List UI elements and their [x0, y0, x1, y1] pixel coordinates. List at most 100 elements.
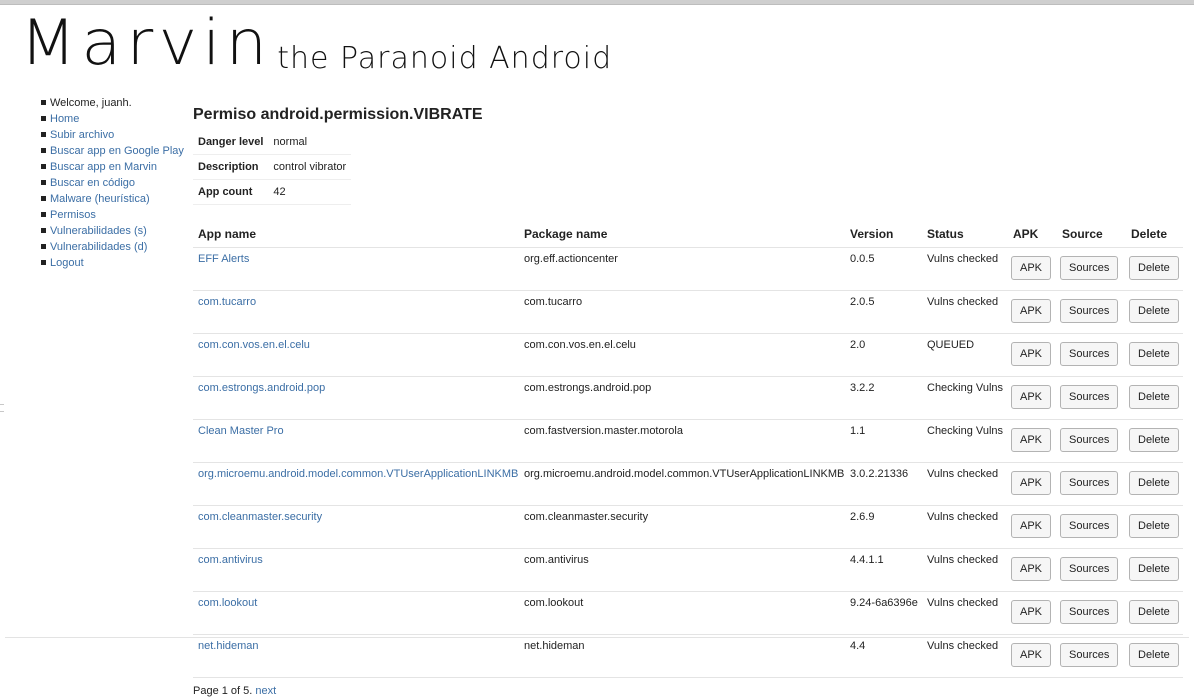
delete-button[interactable]: Delete	[1129, 256, 1179, 280]
status-cell: Vulns checked	[922, 505, 1008, 549]
delete-cell: Delete	[1126, 548, 1183, 592]
status-cell: Vulns checked	[922, 548, 1008, 592]
sources-button[interactable]: Sources	[1060, 299, 1119, 323]
info-label: Danger level	[193, 130, 269, 155]
apk-button[interactable]: APK	[1011, 428, 1052, 452]
apk-cell: APK	[1008, 462, 1057, 506]
apk-cell: APK	[1008, 505, 1057, 549]
app-name-cell: Clean Master Pro	[193, 419, 519, 463]
sidebar-link-vulns-dynamic[interactable]: Vulnerabilidades (d)	[50, 241, 147, 253]
top-border	[0, 0, 1194, 5]
package-name-cell: org.microemu.android.model.common.VTUser…	[519, 462, 845, 506]
delete-cell: Delete	[1126, 462, 1183, 506]
delete-button[interactable]: Delete	[1129, 557, 1179, 581]
pagination-text: Page 1 of 5.	[193, 685, 253, 697]
app-name-link[interactable]: EFF Alerts	[198, 253, 249, 265]
apk-cell: APK	[1008, 247, 1057, 291]
sidebar: Welcome, juanh. Home Subir archivo Busca…	[38, 96, 188, 272]
delete-button[interactable]: Delete	[1129, 385, 1179, 409]
delete-button[interactable]: Delete	[1129, 342, 1179, 366]
app-name-link[interactable]: com.antivirus	[198, 554, 263, 566]
app-name-cell: com.cleanmaster.security	[193, 505, 519, 549]
sources-button[interactable]: Sources	[1060, 643, 1119, 667]
table-row: com.cleanmaster.security com.cleanmaster.…	[193, 505, 1183, 549]
apk-button[interactable]: APK	[1011, 514, 1052, 538]
sidebar-link-search-code[interactable]: Buscar en código	[50, 177, 135, 189]
apk-button[interactable]: APK	[1011, 643, 1052, 667]
sidebar-link-permissions[interactable]: Permisos	[50, 209, 96, 221]
sidebar-link-upload[interactable]: Subir archivo	[50, 129, 114, 141]
sources-button[interactable]: Sources	[1060, 600, 1119, 624]
table-row: com.tucarro com.tucarro 2.0.5 Vulns checked…	[193, 290, 1183, 334]
apk-button[interactable]: APK	[1011, 471, 1052, 495]
sidebar-link-malware[interactable]: Malware (heurística)	[50, 193, 150, 205]
sources-button[interactable]: Sources	[1060, 514, 1119, 538]
sources-button[interactable]: Sources	[1060, 256, 1119, 280]
info-label: App count	[193, 179, 269, 205]
version-cell: 2.0	[845, 333, 922, 377]
table-row: EFF Alerts org.eff.actioncenter 0.0.5 Vulns…	[193, 247, 1183, 291]
app-name-link[interactable]: com.estrongs.android.pop	[198, 382, 325, 394]
package-name-cell: com.con.vos.en.el.celu	[519, 333, 845, 377]
sidebar-link-vulns-static[interactable]: Vulnerabilidades (s)	[50, 225, 147, 237]
app-name-link[interactable]: net.hideman	[198, 640, 259, 652]
apk-button[interactable]: APK	[1011, 385, 1052, 409]
table-row: com.lookout com.lookout 9.24-6a6396e Vulns …	[193, 591, 1183, 635]
info-value: 42	[268, 179, 352, 205]
status-cell: Checking Vulns	[922, 376, 1008, 420]
resize-handle[interactable]	[0, 404, 4, 412]
sidebar-link-search-google-play[interactable]: Buscar app en Google Play	[50, 145, 184, 157]
status-cell: Vulns checked	[922, 462, 1008, 506]
version-cell: 2.6.9	[845, 505, 922, 549]
sources-button[interactable]: Sources	[1060, 557, 1119, 581]
apk-button[interactable]: APK	[1011, 299, 1052, 323]
version-cell: 3.0.2.21336	[845, 462, 922, 506]
apk-cell: APK	[1008, 548, 1057, 592]
source-cell: Sources	[1057, 290, 1126, 334]
app-name-cell: net.hideman	[193, 634, 519, 678]
sources-button[interactable]: Sources	[1060, 342, 1119, 366]
app-name-link[interactable]: com.cleanmaster.security	[198, 511, 322, 523]
sidebar-item-vulns-dynamic: Vulnerabilidades (d)	[38, 240, 188, 256]
sidebar-link-search-marvin[interactable]: Buscar app en Marvin	[50, 161, 157, 173]
apk-cell: APK	[1008, 290, 1057, 334]
site-title: Marvin	[20, 6, 273, 79]
delete-button[interactable]: Delete	[1129, 600, 1179, 624]
sidebar-link-home[interactable]: Home	[50, 113, 79, 125]
status-cell: Checking Vulns	[922, 419, 1008, 463]
delete-button[interactable]: Delete	[1129, 299, 1179, 323]
version-cell: 0.0.5	[845, 247, 922, 291]
app-name-cell: com.estrongs.android.pop	[193, 376, 519, 420]
app-name-link[interactable]: com.tucarro	[198, 296, 256, 308]
version-cell: 4.4	[845, 634, 922, 678]
apk-button[interactable]: APK	[1011, 600, 1052, 624]
apk-cell: APK	[1008, 591, 1057, 635]
status-cell: QUEUED	[922, 333, 1008, 377]
delete-button[interactable]: Delete	[1129, 428, 1179, 452]
version-cell: 2.0.5	[845, 290, 922, 334]
sources-button[interactable]: Sources	[1060, 428, 1119, 452]
apk-button[interactable]: APK	[1011, 342, 1052, 366]
delete-button[interactable]: Delete	[1129, 471, 1179, 495]
sources-button[interactable]: Sources	[1060, 385, 1119, 409]
table-row: Clean Master Pro com.fastversion.master.m…	[193, 419, 1183, 463]
column-header-version: Version	[845, 221, 922, 248]
app-name-link[interactable]: org.microemu.android.model.common.VTUser…	[198, 468, 518, 480]
app-name-cell: com.antivirus	[193, 548, 519, 592]
apk-button[interactable]: APK	[1011, 557, 1052, 581]
delete-button[interactable]: Delete	[1129, 643, 1179, 667]
sources-button[interactable]: Sources	[1060, 471, 1119, 495]
apk-cell: APK	[1008, 333, 1057, 377]
app-name-link[interactable]: com.lookout	[198, 597, 257, 609]
delete-cell: Delete	[1126, 376, 1183, 420]
site-banner: Marvin the Paranoid Android	[20, 8, 612, 88]
delete-button[interactable]: Delete	[1129, 514, 1179, 538]
pagination-next-link[interactable]: next	[255, 685, 276, 697]
info-row-description: Description control vibrator	[193, 154, 352, 180]
table-row: net.hideman net.hideman 4.4 Vulns checked AP…	[193, 634, 1183, 678]
app-name-link[interactable]: Clean Master Pro	[198, 425, 284, 437]
sidebar-link-logout[interactable]: Logout	[50, 257, 84, 269]
version-cell: 4.4.1.1	[845, 548, 922, 592]
app-name-link[interactable]: com.con.vos.en.el.celu	[198, 339, 310, 351]
apk-button[interactable]: APK	[1011, 256, 1052, 280]
